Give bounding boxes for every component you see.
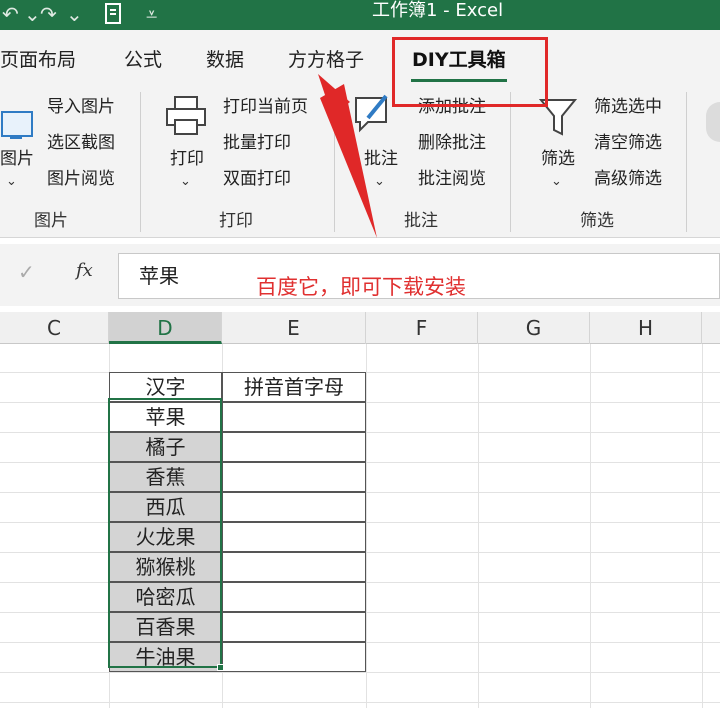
picture-button[interactable]: 图片 xyxy=(0,148,34,170)
column-header-e[interactable]: E xyxy=(222,312,366,344)
comment-button[interactable]: 批注 xyxy=(364,148,398,170)
table-cell-e[interactable] xyxy=(222,612,366,642)
table-cell-d[interactable]: 火龙果 xyxy=(109,522,222,552)
chevron-down-icon[interactable]: ⌄ xyxy=(374,174,385,189)
delete-comment-button[interactable]: 删除批注 xyxy=(418,132,486,154)
ribbon-tabs: 页面布局 公式 数据 方方格子 DIY工具箱 xyxy=(0,30,720,86)
table-cell-d[interactable]: 哈密瓜 xyxy=(109,582,222,612)
table-header-hanzi[interactable]: 汉字 xyxy=(109,372,222,402)
grid-line xyxy=(0,672,720,673)
comment-view-button[interactable]: 批注阅览 xyxy=(418,168,486,190)
ribbon-separator xyxy=(140,92,141,232)
picture-icon xyxy=(0,104,36,148)
comment-icon xyxy=(352,92,394,142)
fill-handle[interactable] xyxy=(217,664,224,671)
ribbon-overflow-icon[interactable] xyxy=(706,102,720,142)
customize-toolbar-icon[interactable]: ⩡ xyxy=(146,2,157,26)
table-cell-d[interactable]: 西瓜 xyxy=(109,492,222,522)
column-header-f[interactable]: F xyxy=(366,312,478,344)
table-header-pinyin-initials[interactable]: 拼音首字母 xyxy=(222,372,366,402)
title-bar: ↶ ⌄ ↷ ⌄ ⩡ 工作簿1 - Excel xyxy=(0,0,720,30)
duplex-print-button[interactable]: 双面打印 xyxy=(223,168,291,190)
confirm-icon[interactable]: ✓ xyxy=(18,260,35,284)
grid-line xyxy=(478,344,479,708)
region-screenshot-button[interactable]: 选区截图 xyxy=(47,132,115,154)
redo-dropdown-icon[interactable]: ⌄ xyxy=(66,2,83,26)
clear-filter-button[interactable]: 清空筛选 xyxy=(594,132,662,154)
ribbon-separator xyxy=(686,92,687,232)
column-header-row: C D E F G H xyxy=(0,312,720,344)
group-label-comment: 批注 xyxy=(404,211,438,231)
chevron-down-icon[interactable]: ⌄ xyxy=(180,174,191,189)
undo-icon[interactable]: ↶ xyxy=(2,2,19,26)
ribbon-separator xyxy=(334,92,335,232)
chevron-down-icon[interactable]: ⌄ xyxy=(6,174,17,189)
table-cell-e[interactable] xyxy=(222,642,366,672)
table-cell-e[interactable] xyxy=(222,552,366,582)
picture-view-button[interactable]: 图片阅览 xyxy=(47,168,115,190)
tab-page-layout[interactable]: 页面布局 xyxy=(0,48,76,72)
table-cell-e[interactable] xyxy=(222,492,366,522)
redo-icon[interactable]: ↷ xyxy=(40,2,57,26)
table-cell-d[interactable]: 百香果 xyxy=(109,612,222,642)
filter-selected-button[interactable]: 筛选选中 xyxy=(594,96,662,118)
table-cell-d[interactable]: 苹果 xyxy=(109,402,222,432)
group-label-filter: 筛选 xyxy=(580,211,614,231)
table-cell-e[interactable] xyxy=(222,432,366,462)
column-header-c[interactable]: C xyxy=(0,312,109,344)
grid-line xyxy=(366,344,367,708)
grid-line xyxy=(702,344,703,708)
column-header-g[interactable]: G xyxy=(478,312,590,344)
ribbon-separator xyxy=(510,92,511,232)
group-label-picture: 图片 xyxy=(34,211,68,231)
advanced-filter-button[interactable]: 高级筛选 xyxy=(594,168,662,190)
import-picture-button[interactable]: 导入图片 xyxy=(47,96,115,118)
group-label-print: 打印 xyxy=(219,211,253,231)
column-header-d[interactable]: D xyxy=(109,312,222,344)
ribbon: 图片 ⌄ 导入图片 选区截图 图片阅览 图片 打印 ⌄ 打印当前页 批量打印 双… xyxy=(0,86,720,238)
printer-icon xyxy=(164,94,208,142)
tab-formulas[interactable]: 公式 xyxy=(124,48,162,72)
table-cell-e[interactable] xyxy=(222,582,366,612)
download-annotation: 百度它，即可下载安装 xyxy=(256,275,466,299)
undo-dropdown-icon[interactable]: ⌄ xyxy=(24,2,41,26)
function-icon[interactable]: fx xyxy=(76,260,93,281)
filter-button[interactable]: 筛选 xyxy=(541,148,575,170)
formula-value: 苹果 xyxy=(139,264,179,288)
tab-fangfang-gezi[interactable]: 方方格子 xyxy=(288,48,364,72)
table-cell-d[interactable]: 香蕉 xyxy=(109,462,222,492)
batch-print-button[interactable]: 批量打印 xyxy=(223,132,291,154)
document-icon[interactable] xyxy=(102,2,126,31)
window-title: 工作簿1 - Excel xyxy=(372,0,504,21)
table-cell-d[interactable]: 猕猴桃 xyxy=(109,552,222,582)
grid-line xyxy=(590,344,591,708)
table-cell-e[interactable] xyxy=(222,402,366,432)
chevron-down-icon[interactable]: ⌄ xyxy=(551,174,562,189)
grid-line xyxy=(0,702,720,703)
table-cell-e[interactable] xyxy=(222,522,366,552)
tab-data[interactable]: 数据 xyxy=(206,48,244,72)
table-cell-d[interactable]: 橘子 xyxy=(109,432,222,462)
highlight-box xyxy=(392,37,548,107)
table-cell-e[interactable] xyxy=(222,462,366,492)
print-current-page-button[interactable]: 打印当前页 xyxy=(223,96,308,118)
table-cell-d[interactable]: 牛油果 xyxy=(109,642,222,672)
column-header-h[interactable]: H xyxy=(590,312,702,344)
print-button[interactable]: 打印 xyxy=(170,148,204,170)
